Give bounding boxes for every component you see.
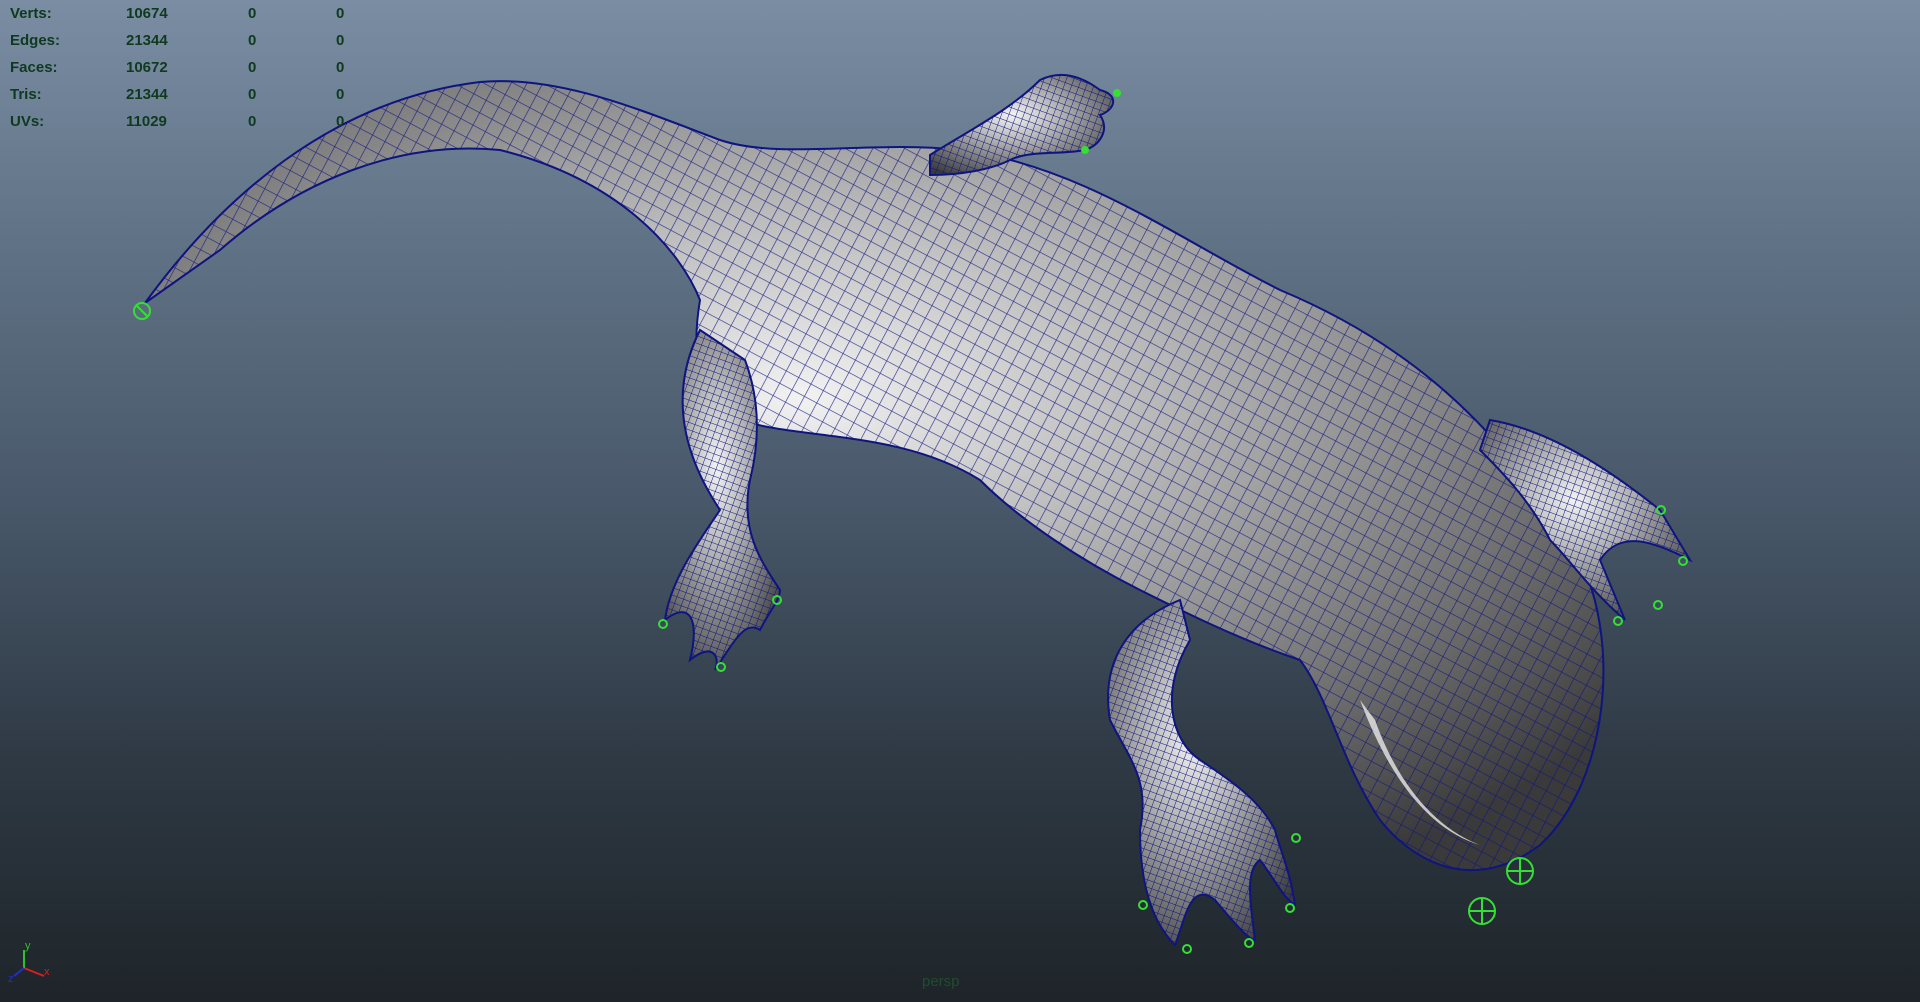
hud-value: 10674 xyxy=(126,5,168,22)
hud-value: 0 xyxy=(336,59,345,76)
hud-label: Faces: xyxy=(10,59,58,76)
lizard-mesh[interactable] xyxy=(0,0,1920,1002)
lizard-body xyxy=(144,80,1605,872)
hud-value: 0 xyxy=(336,5,345,22)
hud-row-uvs: UVs: 11029 0 0 xyxy=(10,108,370,135)
joint-marker-icon[interactable] xyxy=(716,662,726,672)
front-right-leg xyxy=(1107,598,1297,947)
hud-value: 10672 xyxy=(126,59,168,76)
joint-marker-icon[interactable] xyxy=(1678,556,1688,566)
hud-label: UVs: xyxy=(10,113,45,130)
hud-value: 0 xyxy=(248,86,257,103)
axis-x-label: x xyxy=(44,966,50,978)
locator-icon[interactable] xyxy=(1468,897,1496,925)
hud-value: 0 xyxy=(248,113,257,130)
hud-row-edges: Edges: 21344 0 0 xyxy=(10,27,370,54)
hud-label: Verts: xyxy=(10,5,52,22)
joint-marker-icon[interactable] xyxy=(1291,833,1301,843)
hud-label: Tris: xyxy=(10,86,42,103)
camera-name-label: persp xyxy=(922,973,960,990)
joint-marker-icon[interactable] xyxy=(1244,938,1254,948)
joint-marker-icon[interactable] xyxy=(133,302,151,320)
hud-value: 21344 xyxy=(126,32,168,49)
joint-marker-icon[interactable] xyxy=(1653,600,1663,610)
hud-value: 11029 xyxy=(126,113,167,130)
joint-marker-icon[interactable] xyxy=(1113,89,1121,97)
joint-marker-icon[interactable] xyxy=(1182,944,1192,954)
hud-row-faces: Faces: 10672 0 0 xyxy=(10,54,370,81)
hud-label: Edges: xyxy=(10,32,61,49)
hud-value: 0 xyxy=(248,32,257,49)
persp-viewport[interactable]: Verts: 10674 0 0 Edges: 21344 0 0 Faces:… xyxy=(0,0,1920,1002)
hud-row-verts: Verts: 10674 0 0 xyxy=(10,0,370,27)
joint-marker-icon[interactable] xyxy=(1138,900,1148,910)
back-left-leg xyxy=(929,73,1115,177)
hud-value: 0 xyxy=(336,32,345,49)
joint-marker-icon[interactable] xyxy=(1285,903,1295,913)
joint-marker-icon[interactable] xyxy=(1613,616,1623,626)
joint-marker-icon[interactable] xyxy=(1081,146,1089,154)
hud-value: 0 xyxy=(248,5,257,22)
locator-icon[interactable] xyxy=(1506,857,1534,885)
hud-value: 0 xyxy=(248,59,257,76)
axis-gizmo-icon: x y z xyxy=(8,940,50,984)
hud-value: 0 xyxy=(336,86,345,103)
hud-value: 0 xyxy=(336,113,345,130)
poly-count-hud: Verts: 10674 0 0 Edges: 21344 0 0 Faces:… xyxy=(10,0,370,135)
hud-value: 21344 xyxy=(126,86,168,103)
hud-row-tris: Tris: 21344 0 0 xyxy=(10,81,370,108)
joint-marker-icon[interactable] xyxy=(658,619,668,629)
axis-z-label: z xyxy=(8,973,14,984)
axis-y-label: y xyxy=(25,940,31,952)
